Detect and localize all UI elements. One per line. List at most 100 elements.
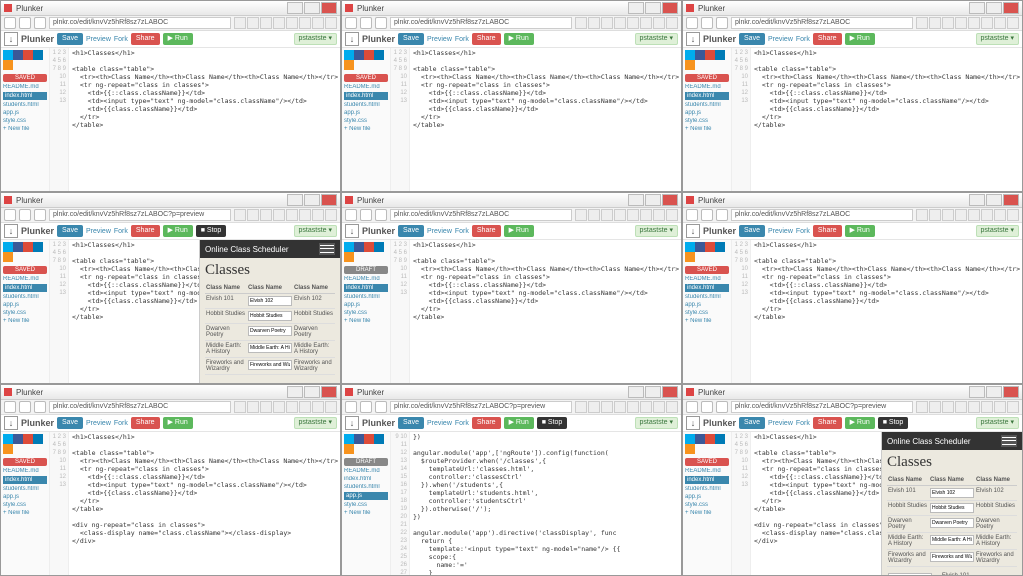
save-button[interactable]: Save [398,225,424,237]
share-icon[interactable] [344,60,354,70]
reload-button[interactable] [375,17,387,29]
fork-link[interactable]: Fork [114,36,128,43]
minimize-button[interactable] [628,2,644,14]
ext-icon[interactable] [929,401,941,413]
twitter-icon[interactable] [344,242,354,252]
ext-icon[interactable] [666,401,678,413]
file-item[interactable]: index.html [344,476,388,482]
back-button[interactable] [345,401,357,413]
code-content[interactable]: <h1>Classes</h1> <table class="table"> <… [751,240,1022,383]
share-button[interactable]: Share [131,225,160,237]
ext-icon[interactable] [575,17,587,29]
gplus-icon[interactable] [364,50,374,60]
close-button[interactable] [321,386,337,398]
ext-icon[interactable] [234,17,246,29]
maximize-button[interactable] [304,386,320,398]
ext-icon[interactable] [640,209,652,221]
file-item[interactable]: style.css [3,310,47,316]
ext-icon[interactable] [588,17,600,29]
code-content[interactable]: <h1>Classes</h1> <table class="table"> <… [751,432,881,575]
code-content[interactable]: <h1>Classes</h1> <table class="table"> <… [751,48,1022,191]
ext-icon[interactable] [666,209,678,221]
forward-button[interactable] [360,401,372,413]
share-button[interactable]: Share [472,33,501,45]
file-item[interactable]: students.html [3,102,47,108]
linkedin-icon[interactable] [715,50,725,60]
back-button[interactable] [345,209,357,221]
ext-icon[interactable] [575,209,587,221]
ext-icon[interactable] [299,401,311,413]
ext-icon[interactable] [325,17,337,29]
file-item[interactable]: README.md [685,84,729,90]
fork-link[interactable]: Fork [455,228,469,235]
back-button[interactable] [4,17,16,29]
class-name-input[interactable] [248,311,292,321]
forward-button[interactable] [360,209,372,221]
code-editor[interactable]: 1 2 3 4 5 6 7 8 9 10 11 12 13<h1>Classes… [50,240,199,383]
new-file-link[interactable]: + New file [685,126,729,132]
file-item[interactable]: README.md [344,84,388,90]
file-item[interactable]: students.html [685,294,729,300]
file-item[interactable]: index.html [344,92,388,100]
file-item[interactable]: students.html [344,102,388,108]
new-file-link[interactable]: + New file [3,318,47,324]
close-button[interactable] [1003,194,1019,206]
new-file-link[interactable]: + New file [685,318,729,324]
facebook-icon[interactable] [13,50,23,60]
new-file-link[interactable]: + New file [344,510,388,516]
ext-icon[interactable] [247,17,259,29]
file-item[interactable]: students.html [685,486,729,492]
ext-icon[interactable] [234,401,246,413]
code-content[interactable]: }) angular.module('app',['ngRoute']).con… [410,432,681,575]
back-button[interactable] [686,401,698,413]
ext-icon[interactable] [955,401,967,413]
code-content[interactable]: <h1>Classes</h1> <table class="table"> <… [410,48,681,191]
linkedin-icon[interactable] [33,242,43,252]
reload-button[interactable] [716,401,728,413]
run-button[interactable]: ▶ Run [163,417,193,429]
share-icon[interactable] [3,252,13,262]
twitter-icon[interactable] [3,434,13,444]
ext-icon[interactable] [916,401,928,413]
menu-icon[interactable] [319,243,335,255]
url-input[interactable]: plnkr.co/edit/knvVz5hRf8sz7zLABOC?p=prev… [731,401,913,413]
back-button[interactable] [345,17,357,29]
linkedin-icon[interactable] [374,242,384,252]
fork-link[interactable]: Fork [796,420,810,427]
minimize-button[interactable] [287,194,303,206]
ext-icon[interactable] [666,17,678,29]
ext-icon[interactable] [968,17,980,29]
ext-icon[interactable] [955,17,967,29]
preview-link[interactable]: Preview [768,36,793,43]
minimize-button[interactable] [969,386,985,398]
share-icon[interactable] [685,444,695,454]
ext-icon[interactable] [286,17,298,29]
share-icon[interactable] [3,60,13,70]
file-item[interactable]: app.js [685,494,729,500]
reload-button[interactable] [34,209,46,221]
save-button[interactable]: Save [739,225,765,237]
facebook-icon[interactable] [13,434,23,444]
minimize-button[interactable] [287,386,303,398]
gplus-icon[interactable] [364,434,374,444]
code-content[interactable]: <h1>Classes</h1> <table class="table"> <… [69,432,340,575]
file-item[interactable]: index.html [685,476,729,484]
share-button[interactable]: Share [472,417,501,429]
ext-icon[interactable] [994,17,1006,29]
share-button[interactable]: Share [813,417,842,429]
close-button[interactable] [321,2,337,14]
ext-icon[interactable] [247,209,259,221]
save-button[interactable]: Save [57,225,83,237]
facebook-icon[interactable] [695,434,705,444]
facebook-icon[interactable] [695,242,705,252]
linkedin-icon[interactable] [33,50,43,60]
ext-icon[interactable] [299,17,311,29]
ext-icon[interactable] [968,401,980,413]
user-badge[interactable]: pstastste ▾ [976,225,1019,237]
close-button[interactable] [662,386,678,398]
ext-icon[interactable] [260,401,272,413]
preview-link[interactable]: Preview [86,36,111,43]
minimize-button[interactable] [969,194,985,206]
url-input[interactable]: plnkr.co/edit/knvVz5hRf8sz7zLABOC [390,17,572,29]
back-button[interactable] [4,209,16,221]
